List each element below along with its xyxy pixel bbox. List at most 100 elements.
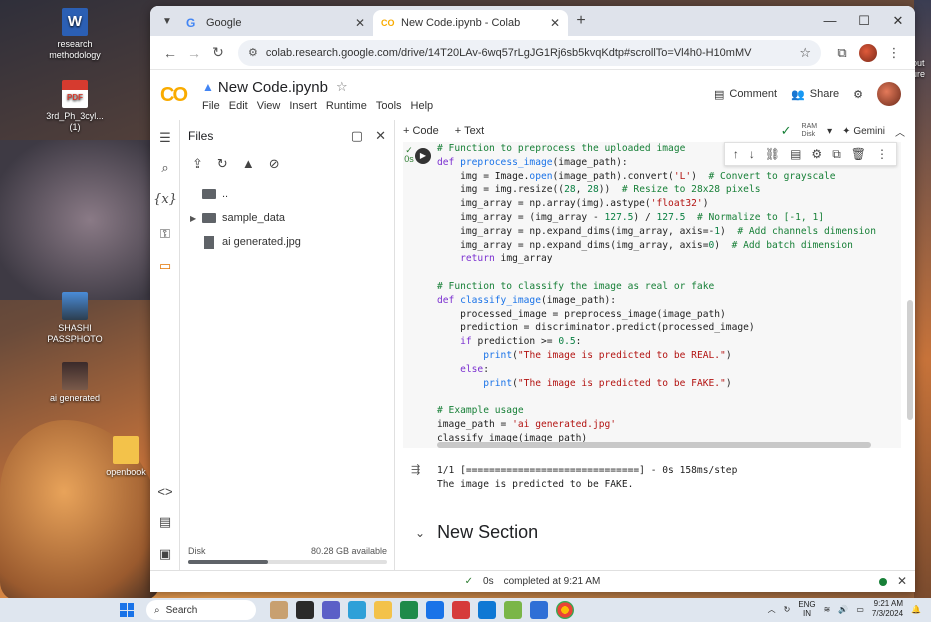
paint-icon[interactable]	[504, 601, 522, 619]
code-editor[interactable]: # Function to preprocess the uploaded im…	[437, 142, 901, 446]
tab-colab[interactable]: CO New Code.ipynb - Colab ✕	[373, 10, 568, 36]
notebook-title[interactable]: New Code.ipynb	[218, 79, 328, 96]
comment-button[interactable]: ▤ Comment	[714, 88, 777, 101]
widgets-icon[interactable]	[270, 601, 288, 619]
code-snippets-icon[interactable]: <>	[150, 484, 180, 499]
menu-view[interactable]: View	[257, 100, 281, 112]
reload-button[interactable]: ↻	[206, 44, 230, 61]
upload-icon[interactable]: ⇪	[192, 156, 203, 172]
desktop-icon-pdf[interactable]: PDF 3rd_Ph_3cyl... (1)	[40, 80, 110, 133]
output-toggle-icon[interactable]: ⇶	[411, 464, 420, 478]
code-cell[interactable]: ✓ 0s ▶ # Function to preprocess the uploa…	[403, 142, 901, 448]
desktop-icon-openbook[interactable]: openbook	[96, 436, 156, 478]
close-icon[interactable]: ✕	[355, 16, 365, 30]
chevron-up-icon[interactable]: ︿	[895, 124, 905, 139]
wifi-icon[interactable]: ≋	[824, 605, 831, 614]
outlook-icon[interactable]	[478, 601, 496, 619]
desktop-icon-ai-generated[interactable]: ai generated	[40, 362, 110, 404]
chevron-down-icon[interactable]: ▾	[827, 126, 832, 137]
section-header[interactable]: ⌄ New Section	[415, 522, 538, 543]
share-button[interactable]: 👥 Share	[791, 88, 839, 101]
close-icon[interactable]: ✕	[375, 128, 386, 144]
open-in-tab-icon[interactable]: ▢	[351, 128, 363, 144]
menu-file[interactable]: File	[202, 100, 220, 112]
chevron-down-icon[interactable]: ⌄	[415, 526, 425, 540]
add-text-button[interactable]: + Text	[455, 125, 484, 137]
ram-disk-indicator[interactable]: RAM Disk	[802, 123, 818, 139]
sync-icon[interactable]: ↻	[784, 605, 791, 614]
move-down-icon[interactable]: ↓	[749, 147, 755, 161]
delete-trash-icon[interactable]: 🗑	[851, 147, 866, 161]
mount-drive-icon[interactable]: ▲	[242, 156, 255, 172]
store-icon[interactable]	[400, 601, 418, 619]
close-window-button[interactable]: ✕	[881, 6, 915, 36]
copilot-icon[interactable]	[348, 601, 366, 619]
forward-button[interactable]: →	[182, 45, 206, 61]
back-button[interactable]: ←	[158, 45, 182, 61]
chevron-up-icon[interactable]: ︿	[768, 604, 776, 615]
battery-icon[interactable]: ▭	[856, 605, 864, 614]
move-up-icon[interactable]: ↑	[733, 147, 739, 161]
refresh-icon[interactable]: ↻	[217, 156, 228, 172]
close-icon[interactable]: ✕	[550, 16, 560, 30]
mcafee-icon[interactable]	[452, 601, 470, 619]
run-cell-button[interactable]: ▶	[415, 148, 431, 164]
tab-search-button[interactable]: ▼	[156, 10, 178, 32]
app-l-icon[interactable]	[426, 601, 444, 619]
command-palette-icon[interactable]: ▤	[150, 514, 180, 530]
desktop-icon-passphoto[interactable]: SHASHI PASSPHOTO	[40, 292, 110, 345]
url-input[interactable]: ⚙ colab.research.google.com/drive/14T20L…	[238, 39, 821, 66]
task-view-icon[interactable]	[296, 601, 314, 619]
comment-icon[interactable]: ▤	[790, 147, 801, 161]
account-avatar[interactable]	[877, 82, 901, 106]
more-menu-icon[interactable]: ⋮	[881, 45, 907, 61]
tree-item-sample-data[interactable]: ▶ sample_data	[190, 206, 384, 230]
settings-gear-icon[interactable]: ⚙	[853, 88, 863, 101]
gemini-button[interactable]: ✦ Gemini	[842, 126, 885, 137]
minimize-button[interactable]: —	[813, 6, 847, 36]
terminal-icon[interactable]: ▣	[150, 546, 180, 562]
menu-edit[interactable]: Edit	[229, 100, 248, 112]
maximize-button[interactable]: ☐	[847, 6, 881, 36]
new-tab-button[interactable]: +	[568, 12, 594, 30]
windows-start-icon[interactable]	[120, 603, 134, 617]
photos-icon[interactable]	[530, 601, 548, 619]
bookmark-star-icon[interactable]: ☆	[799, 45, 811, 61]
files-folder-icon[interactable]: ▭	[150, 258, 180, 274]
language-indicator[interactable]: ENG IN	[798, 600, 815, 618]
variables-icon[interactable]: {x}	[150, 192, 180, 207]
secrets-key-icon[interactable]: ⚿	[150, 226, 180, 242]
hide-files-icon[interactable]: ⊘	[269, 156, 280, 172]
teams-icon[interactable]	[322, 601, 340, 619]
link-icon[interactable]: ⛓	[765, 147, 780, 161]
chevron-right-icon[interactable]: ▶	[190, 214, 202, 223]
menu-insert[interactable]: Insert	[289, 100, 317, 112]
close-icon[interactable]: ✕	[897, 574, 907, 588]
clock[interactable]: 9:21 AM 7/3/2024	[872, 599, 903, 619]
status-text[interactable]: completed at 9:21 AM	[504, 576, 601, 587]
more-menu-icon[interactable]: ⋮	[876, 147, 888, 161]
menu-help[interactable]: Help	[411, 100, 434, 112]
mirror-cell-icon[interactable]: ⧉	[832, 147, 841, 162]
extensions-icon[interactable]: ⧉	[829, 45, 855, 61]
notification-bell-icon[interactable]: 🔔	[911, 605, 921, 614]
star-icon[interactable]: ☆	[336, 79, 348, 95]
horizontal-scrollbar[interactable]	[437, 442, 871, 448]
menu-runtime[interactable]: Runtime	[326, 100, 367, 112]
menu-tools[interactable]: Tools	[376, 100, 402, 112]
table-of-contents-icon[interactable]: ☰	[150, 130, 180, 146]
taskbar-search[interactable]: ⌕ Search	[146, 600, 256, 620]
site-info-icon[interactable]: ⚙	[248, 46, 258, 59]
vertical-scrollbar[interactable]	[907, 300, 913, 420]
add-code-button[interactable]: + Code	[403, 125, 439, 137]
file-explorer-icon[interactable]	[374, 601, 392, 619]
tree-item-ai-generated[interactable]: ai generated.jpg	[190, 230, 384, 254]
desktop-icon-research-methodology[interactable]: W research methodology	[40, 8, 110, 61]
settings-gear-icon[interactable]: ⚙	[811, 147, 822, 161]
colab-logo[interactable]: CO	[160, 84, 196, 107]
tree-item-parent[interactable]: ..	[190, 182, 384, 206]
chrome-icon[interactable]	[556, 601, 574, 619]
volume-icon[interactable]: 🔊	[838, 605, 848, 614]
profile-avatar[interactable]	[859, 43, 877, 62]
tab-google[interactable]: G Google ✕	[178, 10, 373, 36]
